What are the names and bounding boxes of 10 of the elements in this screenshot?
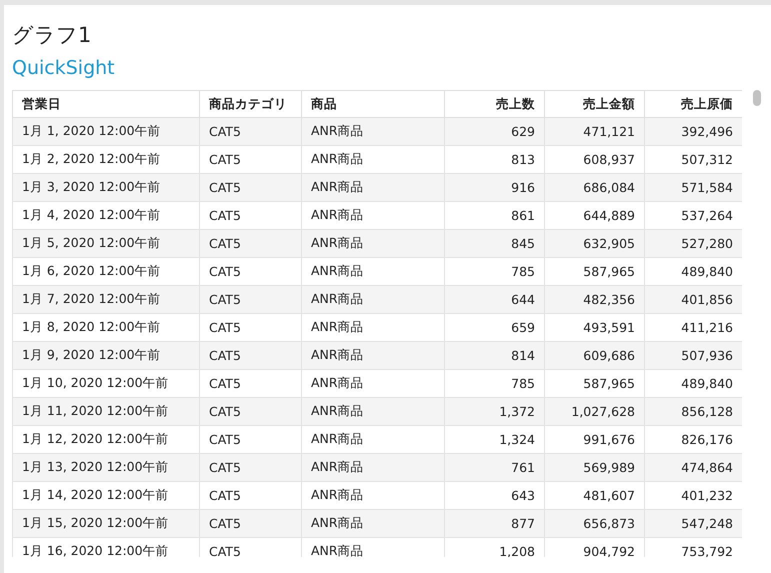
column-header[interactable]: 営業日 (12, 90, 200, 118)
column-header[interactable]: 売上原価 (644, 90, 742, 118)
scrollbar-thumb[interactable] (753, 90, 761, 106)
chart-subtitle: QuickSight (12, 56, 116, 81)
column-header[interactable]: 商品カテゴリ (200, 90, 302, 118)
chart-title: グラフ1 (12, 22, 92, 49)
table-cell: 1月 16, 2020 12:00午前 (12, 538, 200, 557)
column-header[interactable]: 商品 (302, 90, 444, 118)
column-header[interactable]: 売上金額 (544, 90, 644, 118)
column-header[interactable]: 売上数 (444, 90, 544, 118)
